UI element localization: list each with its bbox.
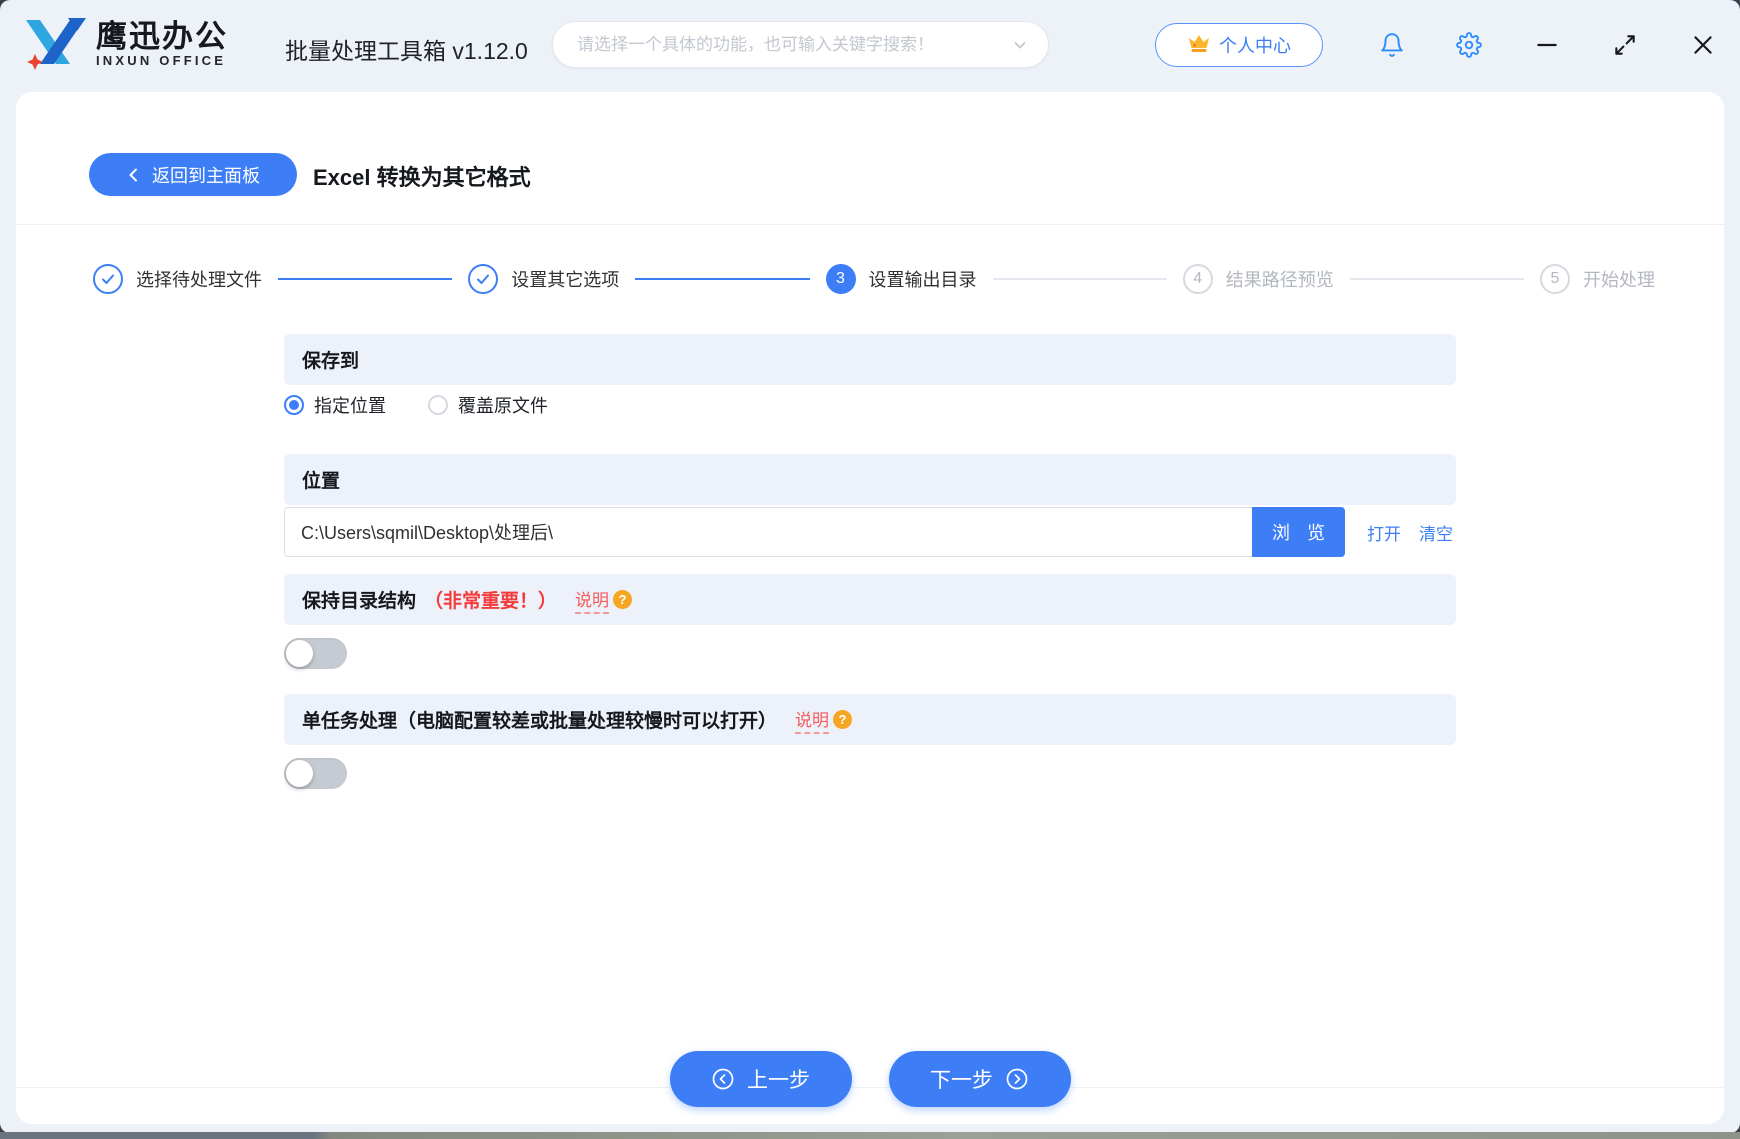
circle-arrow-right-icon (1005, 1067, 1029, 1091)
divider (16, 224, 1724, 225)
keep-structure-section-header: 保持目录结构 （非常重要！） 说明 ? (284, 574, 1456, 625)
output-path-input[interactable] (284, 507, 1252, 557)
check-icon (468, 264, 498, 294)
chevron-left-icon (126, 167, 142, 183)
radio-specified-location[interactable]: 指定位置 (284, 392, 386, 418)
brand-text: 鹰迅办公 INXUN OFFICE (96, 21, 228, 69)
clear-path-link[interactable]: 清空 (1419, 520, 1453, 545)
previous-step-button[interactable]: 上一步 (670, 1051, 852, 1107)
brand-subtitle: INXUN OFFICE (96, 53, 228, 68)
close-button[interactable] (1688, 30, 1718, 60)
app-title: 批量处理工具箱 v1.12.0 (285, 32, 528, 66)
app-window: 鹰迅办公 INXUN OFFICE 批量处理工具箱 v1.12.0 个人中心 (0, 0, 1740, 1133)
brand: 鹰迅办公 INXUN OFFICE (24, 14, 228, 75)
step-5: 5 开始处理 (1540, 264, 1655, 294)
next-step-button[interactable]: 下一步 (889, 1051, 1071, 1107)
keep-structure-help[interactable]: 说明 ? (575, 586, 632, 614)
step-3-number: 3 (826, 264, 856, 294)
toggle-knob (286, 760, 313, 787)
function-search-select[interactable] (552, 21, 1049, 68)
location-row: 浏 览 打开 清空 (284, 507, 1453, 557)
location-links: 打开 清空 (1367, 520, 1453, 545)
maximize-button[interactable] (1610, 30, 1640, 60)
step-5-number: 5 (1540, 264, 1570, 294)
personal-center-button[interactable]: 个人中心 (1155, 23, 1323, 67)
single-task-toggle-off[interactable] (284, 758, 347, 789)
help-link[interactable]: 说明 (795, 706, 829, 734)
minimize-button[interactable] (1532, 30, 1562, 60)
brand-logo-icon (24, 14, 86, 75)
important-note: （非常重要！） (424, 586, 557, 613)
step-connector (278, 278, 452, 280)
step-4-label: 结果路径预览 (1226, 266, 1334, 292)
radio-overwrite-original[interactable]: 覆盖原文件 (428, 392, 548, 418)
back-to-dashboard-button[interactable]: 返回到主面板 (89, 153, 297, 196)
step-3-current: 3 设置输出目录 (826, 264, 977, 294)
check-icon (93, 264, 123, 294)
keep-structure-toggle-off[interactable] (284, 638, 347, 669)
browse-button[interactable]: 浏 览 (1252, 507, 1345, 557)
radio-selected-icon (284, 395, 304, 415)
search-input[interactable] (577, 35, 1012, 55)
circle-arrow-left-icon (711, 1067, 735, 1091)
save-to-title: 保存到 (302, 346, 359, 373)
question-mark-icon[interactable]: ? (833, 710, 852, 729)
notifications-bell-icon[interactable] (1377, 30, 1407, 60)
keep-structure-title: 保持目录结构 (302, 586, 416, 613)
page-title: Excel 转换为其它格式 (313, 160, 531, 192)
location-section-header: 位置 (284, 454, 1456, 505)
save-to-options: 指定位置 覆盖原文件 (284, 392, 548, 418)
toggle-knob (286, 640, 313, 667)
single-task-help[interactable]: 说明 ? (795, 706, 852, 734)
save-to-section-header: 保存到 (284, 334, 1456, 385)
question-mark-icon[interactable]: ? (613, 590, 632, 609)
radio-unselected-icon (428, 395, 448, 415)
chevron-down-icon[interactable] (1012, 37, 1028, 53)
back-label: 返回到主面板 (152, 162, 260, 188)
radio-label: 覆盖原文件 (458, 392, 548, 418)
step-4: 4 结果路径预览 (1183, 264, 1334, 294)
brand-name: 鹰迅办公 (96, 21, 228, 54)
step-connector (635, 278, 809, 280)
single-task-section-header: 单任务处理（电脑配置较差或批量处理较慢时可以打开） 说明 ? (284, 694, 1456, 745)
radio-label: 指定位置 (314, 392, 386, 418)
step-1-label: 选择待处理文件 (136, 266, 262, 292)
personal-center-label: 个人中心 (1219, 32, 1291, 58)
step-3-label: 设置输出目录 (869, 266, 977, 292)
settings-gear-icon[interactable] (1454, 30, 1484, 60)
step-5-label: 开始处理 (1583, 266, 1655, 292)
step-2-label: 设置其它选项 (511, 266, 619, 292)
open-folder-link[interactable]: 打开 (1367, 520, 1401, 545)
step-connector (1350, 278, 1524, 280)
step-1: 选择待处理文件 (93, 264, 262, 294)
footer-buttons: 上一步 下一步 (16, 1051, 1724, 1107)
help-link[interactable]: 说明 (575, 586, 609, 614)
step-4-number: 4 (1183, 264, 1213, 294)
location-title: 位置 (302, 466, 340, 493)
crown-icon (1187, 32, 1211, 59)
step-2: 设置其它选项 (468, 264, 619, 294)
step-indicator: 选择待处理文件 设置其它选项 3 设置输出目录 4 结果路径预览 5 (93, 260, 1655, 298)
next-step-label: 下一步 (930, 1064, 993, 1094)
desktop-background-strip (0, 1132, 1740, 1139)
app-header: 鹰迅办公 INXUN OFFICE 批量处理工具箱 v1.12.0 个人中心 (0, 0, 1740, 92)
step-connector (993, 278, 1167, 280)
previous-step-label: 上一步 (747, 1064, 810, 1094)
single-task-title: 单任务处理（电脑配置较差或批量处理较慢时可以打开） (302, 706, 777, 733)
main-card: 返回到主面板 Excel 转换为其它格式 选择待处理文件 设置其它选项 3 (16, 92, 1724, 1124)
